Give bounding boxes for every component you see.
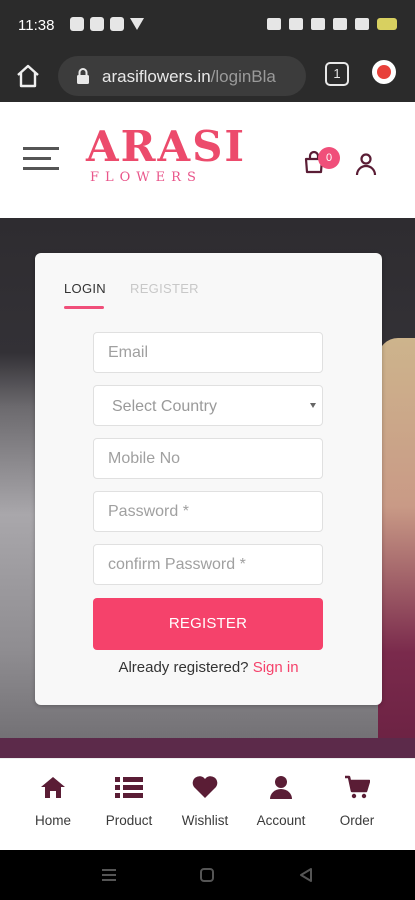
address-bar[interactable]: arasiflowers.in/loginBla (58, 56, 306, 96)
battery-icon (377, 18, 397, 30)
notification-icons (70, 17, 144, 31)
email-field[interactable] (93, 332, 323, 373)
hamburger-menu-icon[interactable] (23, 147, 59, 173)
already-registered-text: Already registered? Sign in (35, 659, 382, 676)
country-select-value: Select Country (112, 398, 217, 415)
nav-label: Wishlist (181, 813, 229, 828)
recents-icon[interactable] (100, 867, 118, 883)
hero-band (0, 738, 415, 758)
logo-sub-text: FLOWERS (90, 170, 202, 185)
country-select[interactable]: Select Country (93, 385, 323, 426)
active-tab-indicator (64, 306, 104, 309)
list-icon (115, 777, 143, 798)
nav-product[interactable]: Product (89, 775, 169, 828)
status-bar: 11:38 (0, 0, 415, 50)
hero-saree-image (378, 338, 415, 758)
signal-icon (355, 18, 369, 30)
notification-icon (90, 17, 104, 31)
cart-icon (345, 775, 370, 799)
site-header: ARASI FLOWERS 0 (0, 102, 415, 218)
home-icon[interactable] (15, 63, 41, 89)
already-registered-label: Already registered? (118, 659, 249, 676)
nav-label: Account (256, 813, 306, 828)
system-icons (267, 18, 397, 30)
system-navigation-bar (0, 850, 415, 900)
dropdown-arrow-icon (310, 403, 316, 408)
sign-in-link[interactable]: Sign in (253, 659, 299, 676)
user-icon (270, 776, 292, 799)
lock-icon (77, 68, 89, 84)
nav-label: Home (34, 813, 71, 828)
url-domain: arasiflowers.in (102, 67, 211, 86)
update-icon[interactable] (372, 60, 396, 84)
nav-order[interactable]: Order (317, 775, 397, 828)
vibrate-icon (267, 18, 281, 30)
password-field[interactable] (93, 491, 323, 532)
url-text: arasiflowers.in/loginBla (102, 67, 298, 87)
home-nav-icon[interactable] (199, 867, 215, 883)
auth-card: LOGIN REGISTER Select Country REGISTER A… (35, 253, 382, 705)
bottom-nav: Home Product Wishlist Account Order (0, 758, 415, 850)
url-path: /loginBla (210, 67, 276, 86)
nav-label: Order (339, 813, 375, 828)
home-icon (41, 777, 65, 798)
network-icon (311, 18, 325, 30)
notification-icon (110, 17, 124, 31)
download-icon (130, 18, 144, 30)
register-button[interactable]: REGISTER (93, 598, 323, 650)
nav-home[interactable]: Home (13, 775, 93, 828)
cart-count-badge: 0 (318, 147, 340, 169)
network-icon (289, 18, 303, 30)
signal-icon (333, 18, 347, 30)
heart-icon (192, 776, 218, 798)
confirm-password-field[interactable] (93, 544, 323, 585)
nav-label: Product (105, 813, 153, 828)
nav-account[interactable]: Account (241, 775, 321, 828)
tab-switcher-button[interactable]: 1 (325, 62, 349, 86)
back-icon[interactable] (298, 867, 314, 883)
logo[interactable]: ARASI FLOWERS (86, 122, 247, 192)
browser-toolbar: arasiflowers.in/loginBla 1 (0, 50, 415, 102)
mobile-field[interactable] (93, 438, 323, 479)
nav-wishlist[interactable]: Wishlist (165, 775, 245, 828)
status-time: 11:38 (18, 17, 55, 34)
logo-main-text: ARASI (86, 122, 247, 171)
tab-register[interactable]: REGISTER (130, 281, 199, 296)
tab-login[interactable]: LOGIN (64, 281, 106, 296)
notification-icon (70, 17, 84, 31)
user-icon[interactable] (355, 152, 377, 176)
